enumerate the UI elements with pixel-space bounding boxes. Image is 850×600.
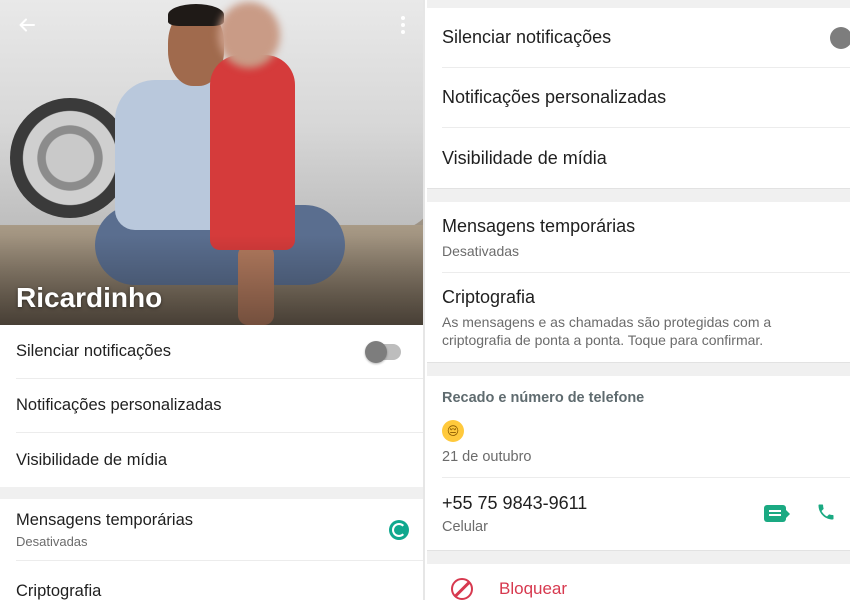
phone-call-icon[interactable] bbox=[816, 502, 836, 526]
mute-notifications-toggle[interactable] bbox=[830, 26, 850, 49]
media-visibility-row[interactable]: Visibilidade de mídia bbox=[16, 433, 423, 487]
block-label: Bloquear bbox=[499, 578, 568, 598]
media-visibility-row[interactable]: Visibilidade de mídia bbox=[442, 128, 850, 188]
mute-notifications-toggle[interactable] bbox=[365, 340, 401, 363]
right-panel: Silenciar notificações Notificações pers… bbox=[427, 0, 850, 600]
toggle-knob bbox=[830, 26, 850, 49]
phone-type: Celular bbox=[442, 518, 488, 535]
section-divider bbox=[427, 361, 850, 376]
more-vertical-icon bbox=[401, 16, 405, 20]
about-row[interactable]: 😔 21 de outubro bbox=[442, 406, 850, 478]
encryption-row[interactable]: Criptografia As mensagens e as chamadas … bbox=[442, 273, 850, 361]
phone-handset-icon bbox=[818, 504, 834, 520]
about-phone-section: Recado e número de telefone 😔 21 de outu… bbox=[427, 376, 850, 550]
more-options-button[interactable] bbox=[393, 10, 413, 40]
notification-settings-section: Silenciar notificações Notificações pers… bbox=[0, 325, 423, 487]
encryption-description: As mensagens e as chamadas são protegida… bbox=[442, 314, 772, 349]
custom-notifications-label: Notificações personalizadas bbox=[442, 87, 667, 107]
phone-row[interactable]: +55 75 9843-9611 Celular bbox=[442, 478, 850, 550]
timer-icon bbox=[389, 519, 409, 540]
phone-actions bbox=[764, 502, 836, 526]
block-icon bbox=[451, 577, 473, 600]
back-button[interactable] bbox=[12, 10, 42, 40]
mute-notifications-label: Silenciar notificações bbox=[16, 342, 171, 360]
temporary-messages-status: Desativadas bbox=[442, 243, 520, 259]
section-divider bbox=[427, 188, 850, 202]
top-divider bbox=[427, 0, 850, 8]
block-contact-button[interactable]: Bloquear bbox=[451, 564, 850, 600]
left-panel: Ricardinho Silenciar notificações Notifi… bbox=[0, 0, 425, 600]
mute-notifications-row[interactable]: Silenciar notificações bbox=[16, 325, 423, 379]
contact-photo[interactable]: Ricardinho bbox=[0, 0, 423, 325]
custom-notifications-row[interactable]: Notificações personalizadas bbox=[442, 68, 850, 128]
pensive-face-icon: 😔 bbox=[442, 419, 464, 442]
toggle-knob bbox=[365, 340, 387, 363]
media-visibility-label: Visibilidade de mídia bbox=[442, 147, 607, 168]
privacy-section: Mensagens temporárias Desativadas Cripto… bbox=[0, 499, 423, 600]
custom-notifications-row[interactable]: Notificações personalizadas bbox=[16, 379, 423, 433]
phone-number: +55 75 9843-9611 bbox=[442, 492, 588, 513]
section-divider bbox=[427, 549, 850, 564]
notification-settings-section: Silenciar notificações Notificações pers… bbox=[427, 8, 850, 188]
contact-name: Ricardinho bbox=[16, 282, 163, 313]
temporary-messages-label: Mensagens temporárias bbox=[442, 216, 636, 236]
message-icon[interactable] bbox=[764, 505, 790, 523]
temporary-messages-status: Desativadas bbox=[16, 533, 88, 549]
temporary-messages-label: Mensagens temporárias bbox=[16, 510, 194, 529]
photo-man-hair bbox=[168, 4, 224, 26]
about-section-header: Recado e número de telefone bbox=[442, 389, 645, 406]
photo-girl-dress bbox=[210, 55, 295, 250]
privacy-section: Mensagens temporárias Desativadas Cripto… bbox=[427, 202, 850, 362]
arrow-left-icon bbox=[19, 18, 35, 32]
encryption-label: Criptografia bbox=[16, 582, 102, 600]
temporary-messages-row[interactable]: Mensagens temporárias Desativadas bbox=[442, 202, 850, 274]
photo-girl-head-blurred bbox=[218, 2, 280, 68]
custom-notifications-label: Notificações personalizadas bbox=[16, 396, 222, 414]
encryption-row[interactable]: Criptografia bbox=[16, 561, 423, 600]
mute-notifications-row[interactable]: Silenciar notificações bbox=[442, 8, 850, 68]
photo-wheel bbox=[10, 98, 130, 218]
temporary-messages-row[interactable]: Mensagens temporárias Desativadas bbox=[16, 499, 423, 561]
about-date: 21 de outubro bbox=[442, 448, 532, 465]
media-visibility-label: Visibilidade de mídia bbox=[16, 450, 168, 469]
mute-notifications-label: Silenciar notificações bbox=[442, 27, 612, 47]
encryption-label: Criptografia bbox=[442, 287, 536, 308]
section-divider bbox=[0, 487, 423, 499]
